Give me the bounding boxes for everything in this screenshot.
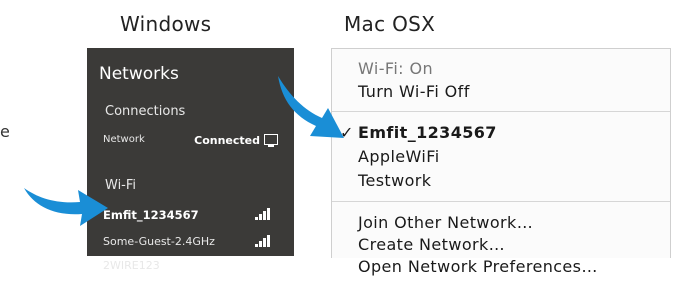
windows-panel-title: Networks xyxy=(99,64,179,84)
signal-strength-icon xyxy=(255,208,270,220)
windows-network-panel: Networks Connections Network Connected W… xyxy=(87,48,294,272)
wifi-status-text: Wi-Fi: On xyxy=(358,59,433,78)
signal-strength-icon xyxy=(255,259,270,271)
wifi-network-item[interactable]: Testwork xyxy=(358,171,431,190)
arrow-pointer-icon xyxy=(24,188,108,226)
create-network-item[interactable]: Create Network… xyxy=(358,235,505,254)
join-other-network-item[interactable]: Join Other Network… xyxy=(358,213,533,232)
menu-separator xyxy=(332,201,670,202)
windows-heading: Windows xyxy=(120,12,212,36)
connections-label: Connections xyxy=(105,104,186,119)
wifi-network-name: Emfit_1234567 xyxy=(103,208,199,222)
wifi-network-item[interactable]: Some-Guest-2.4GHz xyxy=(103,235,283,248)
wired-network-status: Connected xyxy=(194,134,278,147)
arrow-pointer-icon xyxy=(278,76,344,138)
signal-strength-icon xyxy=(255,235,270,247)
open-network-preferences-item[interactable]: Open Network Preferences… xyxy=(358,257,598,276)
wifi-network-item[interactable]: Emfit_1234567 xyxy=(358,123,497,142)
connected-label: Connected xyxy=(194,134,260,147)
wifi-network-item[interactable]: AppleWiFi xyxy=(358,147,440,166)
mac-wifi-menu: Wi-Fi: On Turn Wi-Fi Off ✓ Emfit_1234567… xyxy=(331,48,671,276)
wired-network-row[interactable]: Network Connected xyxy=(103,134,284,147)
wifi-network-name: 2WIRE123 xyxy=(103,259,160,272)
wifi-network-item[interactable]: Emfit_1234567 xyxy=(103,208,283,222)
truncated-side-text: er xyxy=(0,122,10,141)
wifi-network-item[interactable]: 2WIRE123 xyxy=(103,259,283,272)
wifi-network-name: Some-Guest-2.4GHz xyxy=(103,235,215,248)
wired-network-label: Network xyxy=(103,134,145,145)
turn-wifi-off-item[interactable]: Turn Wi-Fi Off xyxy=(358,82,470,101)
menu-separator xyxy=(332,111,670,112)
mac-heading: Mac OSX xyxy=(344,12,436,36)
